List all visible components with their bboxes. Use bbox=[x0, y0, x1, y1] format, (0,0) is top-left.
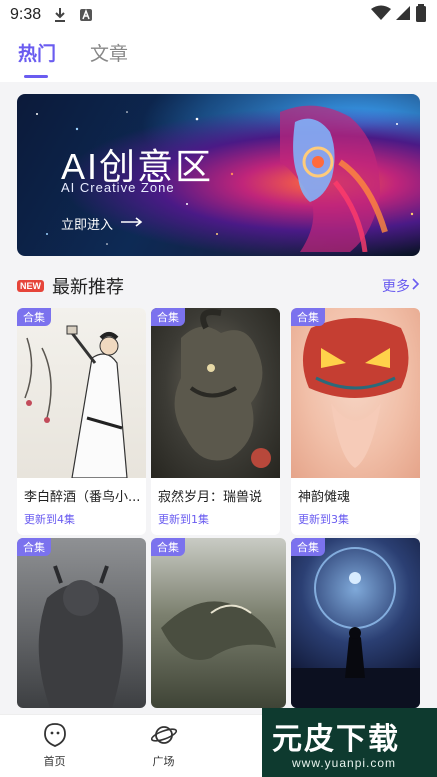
home-icon bbox=[43, 723, 66, 750]
collection-tag: 合集 bbox=[17, 308, 51, 326]
watermark-title: 元皮下载 bbox=[272, 722, 400, 757]
collection-card-nuohun[interactable]: 合集 神韵傩魂 更新到3集 bbox=[291, 308, 420, 535]
ai-woman-illustration bbox=[280, 105, 388, 252]
nav-square-label: 广场 bbox=[152, 755, 175, 768]
latest-recommend-header: NEW 最新推荐 更多 bbox=[17, 272, 420, 300]
card-title: 神韵傩魂 bbox=[298, 490, 351, 505]
arrow-right-icon bbox=[121, 216, 143, 231]
nav-square[interactable]: 广场 bbox=[109, 715, 218, 777]
site-watermark: 元皮下载 www.yuanpi.com bbox=[262, 708, 437, 777]
tab-hot[interactable]: 热门 bbox=[18, 36, 56, 78]
more-label: 更多 bbox=[382, 279, 410, 295]
banner-subtitle: AI Creative Zone bbox=[61, 180, 175, 195]
collection-tag: 合集 bbox=[151, 308, 185, 326]
app-notification-icon bbox=[79, 8, 93, 22]
card-thumbnail: 合集 bbox=[151, 308, 280, 478]
collection-card-libai[interactable]: 合集 李白醉酒（番鸟小... 更新到4集 bbox=[17, 308, 146, 535]
status-time: 9:38 bbox=[10, 6, 42, 23]
section-title: 最新推荐 bbox=[52, 277, 124, 298]
card-thumbnail: 合集 bbox=[151, 538, 286, 708]
collection-tag: 合集 bbox=[151, 538, 185, 556]
card-thumbnail: 合集 bbox=[291, 538, 420, 708]
planet-icon bbox=[150, 723, 178, 750]
card-thumbnail: 合集 bbox=[291, 308, 420, 478]
card-update-status: 更新到3集 bbox=[298, 513, 349, 526]
card-update-status: 更新到4集 bbox=[24, 513, 75, 526]
card-title: 李白醉酒（番鸟小... bbox=[24, 490, 141, 505]
top-tabs: 热门 文章 bbox=[0, 36, 437, 82]
collection-tag: 合集 bbox=[291, 308, 325, 326]
nav-home-label: 首页 bbox=[43, 755, 66, 768]
collection-card-ruishou[interactable]: 合集 寂然岁月：瑞兽说 更新到1集 bbox=[151, 308, 280, 535]
ai-creative-banner[interactable]: AI创意区 AI Creative Zone 立即进入 bbox=[17, 94, 420, 256]
chevron-right-icon bbox=[412, 278, 420, 294]
more-link[interactable]: 更多 bbox=[382, 276, 420, 296]
card-thumbnail: 合集 bbox=[17, 538, 146, 708]
card-thumbnail: 合集 bbox=[17, 308, 146, 479]
collection-card[interactable]: 合集 bbox=[151, 538, 286, 708]
card-update-status: 更新到1集 bbox=[158, 513, 209, 526]
main-content: AI创意区 AI Creative Zone 立即进入 NEW 最新推荐 更多 bbox=[0, 82, 437, 714]
banner-enter-button[interactable]: 立即进入 bbox=[61, 214, 143, 233]
nav-home[interactable]: 首页 bbox=[0, 715, 109, 777]
card-title: 寂然岁月：瑞兽说 bbox=[158, 490, 263, 505]
collection-tag: 合集 bbox=[17, 538, 51, 556]
collection-tag: 合集 bbox=[291, 538, 325, 556]
download-icon bbox=[53, 7, 67, 23]
status-bar: 9:38 bbox=[0, 0, 437, 30]
signal-icon bbox=[395, 5, 411, 25]
new-badge: NEW bbox=[17, 280, 44, 292]
banner-enter-label: 立即进入 bbox=[61, 218, 114, 233]
battery-icon bbox=[415, 4, 427, 26]
collection-card[interactable]: 合集 bbox=[291, 538, 420, 708]
tab-articles[interactable]: 文章 bbox=[90, 36, 128, 78]
collection-card[interactable]: 合集 bbox=[17, 538, 146, 708]
wifi-icon bbox=[371, 5, 391, 25]
watermark-url: www.yuanpi.com bbox=[292, 756, 397, 770]
